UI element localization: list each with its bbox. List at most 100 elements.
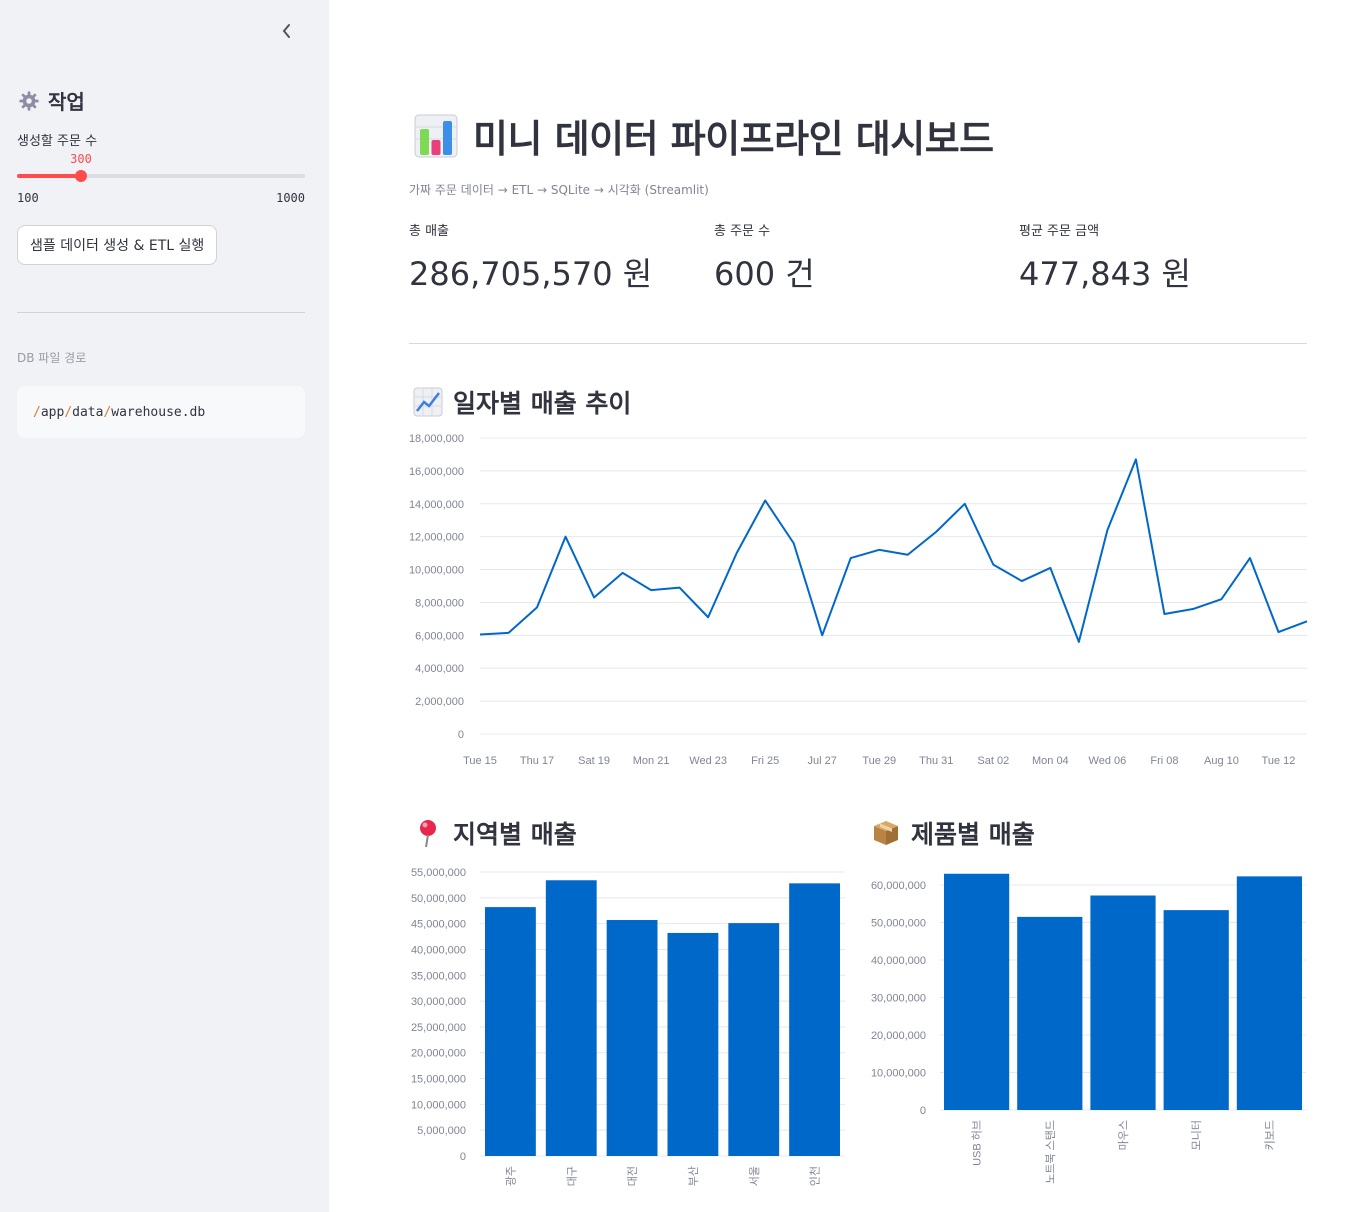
region-sales-title: 지역별 매출: [413, 815, 577, 851]
path-segment: data: [72, 404, 104, 420]
y-tick-label: 30,000,000: [871, 993, 926, 1005]
y-tick-label: 8,000,000: [415, 597, 464, 609]
sidebar-divider: [17, 312, 305, 313]
bar: [1163, 910, 1229, 1110]
sidebar-header: 작업: [18, 86, 85, 115]
x-tick-label: 모니터: [1190, 1120, 1203, 1150]
generate-and-run-etl-button[interactable]: 샘플 데이터 생성 & ETL 실행: [17, 225, 218, 265]
x-tick-label: Tue 15: [463, 755, 497, 767]
daily-sales-title: 일자별 매출 추이: [413, 384, 631, 420]
x-tick-label: 대구: [565, 1166, 578, 1186]
path-segment: app: [40, 404, 65, 420]
chevron-left-icon[interactable]: [276, 18, 298, 44]
path-separator: /: [33, 404, 41, 420]
slider-thumb[interactable]: [74, 170, 87, 182]
bar: [789, 883, 840, 1156]
metric-value: 286,705,570 원: [409, 255, 653, 293]
x-tick-label: 마우스: [1117, 1120, 1130, 1150]
y-tick-label: 0: [920, 1105, 926, 1117]
product-sales-bar-chart: 0 10,000,000 20,000,000 30,000,000 40,000,00…: [871, 873, 1306, 1184]
y-tick-label: 10,000,000: [409, 565, 464, 577]
x-tick-label: 광주: [504, 1166, 517, 1186]
metric-label: 총 매출: [409, 224, 450, 239]
y-tick-label: 50,000,000: [411, 893, 466, 905]
y-tick-label: 35,000,000: [411, 970, 466, 982]
bar: [1236, 876, 1302, 1110]
bar: [667, 932, 719, 1156]
page-title: 미니 데이터 파이프라인 대시보드: [413, 108, 994, 163]
y-tick-label: 30,000,000: [411, 996, 466, 1008]
section-title-text: 일자별 매출 추이: [453, 389, 632, 418]
x-tick-label: 대전: [626, 1166, 639, 1186]
y-tick-label: 55,000,000: [411, 867, 466, 879]
sidebar-title: 작업: [48, 90, 85, 114]
y-tick-label: 6,000,000: [415, 630, 464, 642]
x-tick-label: USB 허브: [971, 1120, 984, 1166]
x-tick-label: Sat 02: [977, 755, 1009, 767]
db-path-code: / app / data / warehouse.db: [17, 386, 305, 438]
y-tick-label: 12,000,000: [409, 532, 464, 544]
metric-total-sales: 총 매출 286,705,570 원: [409, 220, 652, 295]
x-tick-label: Fri 25: [751, 755, 779, 767]
slider-fill: [17, 174, 81, 178]
metric-avg-order: 평균 주문 금액 477,843 원: [1019, 220, 1191, 295]
y-tick-label: 50,000,000: [871, 918, 926, 930]
bar: [545, 880, 597, 1156]
x-tick-label: Tue 12: [1262, 755, 1296, 767]
y-tick-label: 40,000,000: [871, 955, 926, 967]
region-sales-bar-chart: 0 5,000,000 10,000,000 15,000,000 20,000,000…: [411, 867, 845, 1186]
y-tick-label: 60,000,000: [871, 880, 926, 892]
order-count-slider[interactable]: [17, 170, 305, 182]
metric-label: 총 주문 수: [714, 224, 771, 239]
section-title-text: 제품별 매출: [911, 820, 1035, 849]
y-tick-label: 25,000,000: [411, 1022, 466, 1034]
slider-max-label: 1000: [276, 191, 305, 205]
bar: [485, 907, 536, 1156]
y-tick-label: 5,000,000: [417, 1125, 466, 1137]
db-path-label: DB 파일 경로: [17, 351, 87, 365]
x-tick-label: 서울: [748, 1166, 761, 1186]
y-tick-label: 20,000,000: [871, 1030, 926, 1042]
y-tick-label: 20,000,000: [411, 1048, 466, 1060]
bar-chart-icon: [414, 114, 458, 157]
x-tick-label: Fri 08: [1150, 755, 1178, 767]
y-tick-label: 18,000,000: [409, 433, 464, 445]
slider-min-label: 100: [17, 191, 39, 205]
y-tick-label: 45,000,000: [411, 919, 466, 931]
x-tick-label: Wed 23: [689, 755, 727, 767]
order-count-slider-label: 생성할 주문 수: [17, 134, 98, 149]
y-tick-label: 10,000,000: [411, 1099, 466, 1111]
path-separator: /: [64, 404, 73, 420]
page-title-text: 미니 데이터 파이프라인 대시보드: [473, 117, 994, 161]
bar: [1090, 895, 1156, 1110]
package-icon: [874, 821, 898, 845]
section-title-text: 지역별 매출: [453, 820, 577, 849]
round-pushpin-icon: [420, 820, 436, 848]
main-divider: [409, 343, 1307, 344]
bar: [728, 923, 780, 1156]
y-tick-label: 16,000,000: [409, 466, 464, 478]
x-tick-label: Thu 31: [919, 755, 953, 767]
metric-value: 477,843 원: [1019, 255, 1191, 293]
metric-total-orders: 총 주문 수 600 건: [714, 220, 815, 295]
y-tick-label: 0: [460, 1151, 466, 1163]
x-tick-label: 부산: [687, 1166, 700, 1186]
x-tick-label: Sat 19: [578, 755, 610, 767]
gear-icon: [19, 90, 39, 111]
x-tick-label: Aug 10: [1204, 755, 1239, 767]
x-tick-label: Mon 21: [633, 755, 670, 767]
y-tick-label: 0: [458, 729, 464, 741]
x-tick-label: Wed 06: [1089, 755, 1127, 767]
path-segment: warehouse.db: [111, 404, 206, 420]
metric-label: 평균 주문 금액: [1019, 224, 1100, 239]
product-sales-title: 제품별 매출: [871, 815, 1035, 851]
x-tick-label: Jul 27: [808, 755, 837, 767]
y-tick-label: 2,000,000: [415, 696, 464, 708]
page-caption: 가짜 주문 데이터 → ETL → SQLite → 시각화 (Streamli…: [409, 183, 709, 197]
x-tick-label: Mon 04: [1032, 755, 1069, 767]
y-tick-label: 4,000,000: [415, 663, 464, 675]
metric-value: 600 건: [714, 255, 815, 293]
sidebar: 작업 생성할 주문 수 300 100 1000 샘플 데이터 생성 & ETL…: [0, 0, 329, 1212]
x-tick-label: 노트북 스탠드: [1044, 1120, 1057, 1184]
x-tick-label: 인천: [808, 1166, 822, 1186]
